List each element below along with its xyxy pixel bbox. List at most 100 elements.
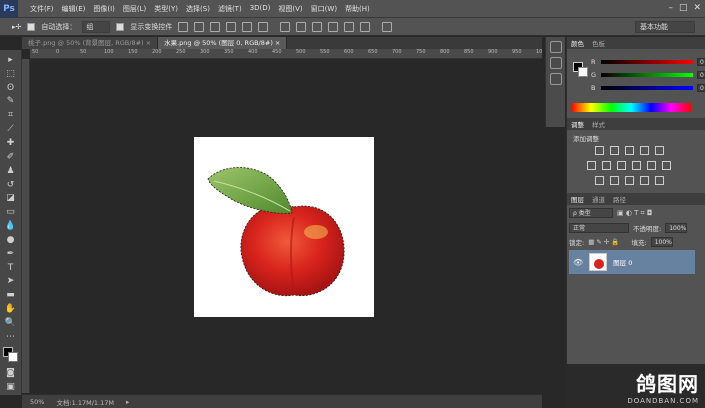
hue-sat-icon[interactable] [587, 161, 596, 170]
posterize-icon[interactable] [610, 176, 619, 185]
tab-channels[interactable]: 通道 [592, 194, 605, 204]
workspace-dropdown[interactable]: 基本功能 [635, 21, 695, 33]
color-swatches[interactable] [2, 346, 19, 362]
filter-icons[interactable]: ▣ ◐ T ⌗ ◘ [617, 209, 652, 218]
menu-item[interactable]: 文件(F) [26, 4, 58, 14]
auto-select-dropdown[interactable]: 组 [82, 20, 111, 33]
tab-layers[interactable]: 图层 [571, 194, 584, 204]
green-slider[interactable] [601, 73, 693, 77]
hand-tool-icon[interactable]: ✋ [4, 303, 18, 315]
tab-swatches[interactable]: 色板 [592, 38, 605, 48]
align-hcenter-icon[interactable] [242, 21, 253, 32]
vibrance-icon[interactable] [655, 146, 664, 155]
menu-item[interactable]: 帮助(H) [341, 4, 374, 14]
properties-panel-icon[interactable] [549, 57, 562, 69]
move-tool-icon[interactable]: ▸ [4, 54, 18, 66]
distribute-bottom-icon[interactable] [312, 21, 323, 32]
quick-select-tool-icon[interactable]: ✎ [4, 96, 18, 108]
lasso-tool-icon[interactable]: ʘ [4, 82, 18, 94]
blur-tool-icon[interactable]: 💧 [4, 220, 18, 232]
menu-item[interactable]: 图像(I) [89, 4, 119, 14]
fill-field[interactable]: 100% [650, 237, 673, 247]
menu-item[interactable]: 窗口(W) [307, 4, 341, 14]
stamp-tool-icon[interactable]: ♟ [4, 165, 18, 177]
info-panel-icon[interactable] [549, 73, 562, 85]
pen-tool-icon[interactable]: ✒ [4, 248, 18, 260]
color-balance-icon[interactable] [602, 161, 611, 170]
opacity-field[interactable]: 100% [665, 223, 688, 233]
align-bottom-icon[interactable] [210, 21, 221, 32]
brush-tool-icon[interactable]: ✐ [4, 151, 18, 163]
path-select-tool-icon[interactable]: ➤ [4, 276, 18, 288]
tab-color[interactable]: 颜色 [571, 38, 584, 48]
layer-item-selected[interactable]: 👁 图层 0 [569, 250, 695, 274]
menu-item[interactable]: 视图(V) [274, 4, 306, 14]
dodge-tool-icon[interactable]: ● [4, 234, 18, 246]
distribute-left-icon[interactable] [328, 21, 339, 32]
status-arrow-icon[interactable]: ▸ [126, 398, 129, 406]
lock-icons[interactable]: ▦ ✎ ✢ 🔒 [588, 238, 619, 246]
channel-mixer-icon[interactable] [647, 161, 656, 170]
layer-name[interactable]: 图层 0 [613, 257, 632, 267]
shape-tool-icon[interactable]: ▬ [4, 289, 18, 301]
eyedropper-tool-icon[interactable]: ⟋ [4, 123, 18, 135]
threshold-icon[interactable] [625, 176, 634, 185]
distribute-right-icon[interactable] [360, 21, 371, 32]
eraser-tool-icon[interactable]: ◪ [4, 192, 18, 204]
history-brush-icon[interactable]: ↺ [4, 179, 18, 191]
menu-item[interactable]: 编辑(E) [58, 4, 90, 14]
gradient-map-icon[interactable] [640, 176, 649, 185]
red-value-field[interactable]: 0 [697, 58, 705, 66]
maximize-button[interactable]: □ [679, 3, 688, 13]
selective-color-icon[interactable] [655, 176, 664, 185]
auto-select-checkbox[interactable] [27, 22, 36, 31]
tab-styles[interactable]: 样式 [592, 119, 605, 129]
align-left-icon[interactable] [226, 21, 237, 32]
distribute-hcenter-icon[interactable] [344, 21, 355, 32]
black-white-icon[interactable] [617, 161, 626, 170]
brightness-icon[interactable] [595, 146, 604, 155]
color-lookup-icon[interactable] [662, 161, 671, 170]
zoom-level[interactable]: 50% [30, 398, 44, 406]
auto-align-icon[interactable] [382, 21, 393, 32]
blend-mode-dropdown[interactable]: 正常 [569, 223, 629, 233]
green-value-field[interactable]: 0 [697, 71, 705, 79]
layer-filter-dropdown[interactable]: ρ 类型 [569, 208, 613, 218]
invert-icon[interactable] [595, 176, 604, 185]
curves-icon[interactable] [625, 146, 634, 155]
panel-background-color[interactable] [578, 67, 588, 77]
visibility-eye-icon[interactable]: 👁 [573, 258, 583, 267]
tab-adjustments[interactable]: 调整 [571, 119, 584, 129]
photo-filter-icon[interactable] [632, 161, 641, 170]
align-top-icon[interactable] [178, 21, 189, 32]
move-tool-icon[interactable]: ▸✢ [12, 23, 21, 31]
screen-mode-icon[interactable]: ▣ [4, 381, 18, 393]
tab-document-2[interactable]: 水果.png @ 50% (图层 0, RGB/8#) × [158, 37, 288, 49]
healing-tool-icon[interactable]: ✚ [4, 137, 18, 149]
background-color[interactable] [7, 351, 18, 362]
blue-slider[interactable] [601, 86, 693, 90]
distribute-top-icon[interactable] [280, 21, 291, 32]
tab-document-1[interactable]: 桃子.png @ 50% (背景图层, RGB/8#) × [22, 37, 159, 49]
zoom-tool-icon[interactable]: 🔍 [4, 317, 18, 329]
menu-item[interactable]: 类型(Y) [150, 4, 182, 14]
levels-icon[interactable] [610, 146, 619, 155]
distribute-vcenter-icon[interactable] [296, 21, 307, 32]
menu-item[interactable]: 3D(D) [246, 4, 275, 14]
align-right-icon[interactable] [258, 21, 269, 32]
gradient-tool-icon[interactable]: ▭ [4, 206, 18, 218]
type-tool-icon[interactable]: T [4, 262, 18, 274]
minimize-button[interactable]: – [668, 3, 673, 13]
red-slider[interactable] [601, 60, 693, 64]
crop-tool-icon[interactable]: ⌗ [4, 109, 18, 121]
show-transform-checkbox[interactable] [116, 22, 125, 31]
menu-item[interactable]: 滤镜(T) [214, 4, 246, 14]
quick-mask-icon[interactable]: ◙ [4, 367, 18, 379]
document-canvas[interactable] [194, 137, 374, 317]
align-vcenter-icon[interactable] [194, 21, 205, 32]
more-tools-icon[interactable]: ⋯ [4, 331, 18, 343]
menu-item[interactable]: 图层(L) [119, 4, 150, 14]
exposure-icon[interactable] [640, 146, 649, 155]
color-spectrum[interactable] [571, 103, 691, 112]
menu-item[interactable]: 选择(S) [182, 4, 214, 14]
